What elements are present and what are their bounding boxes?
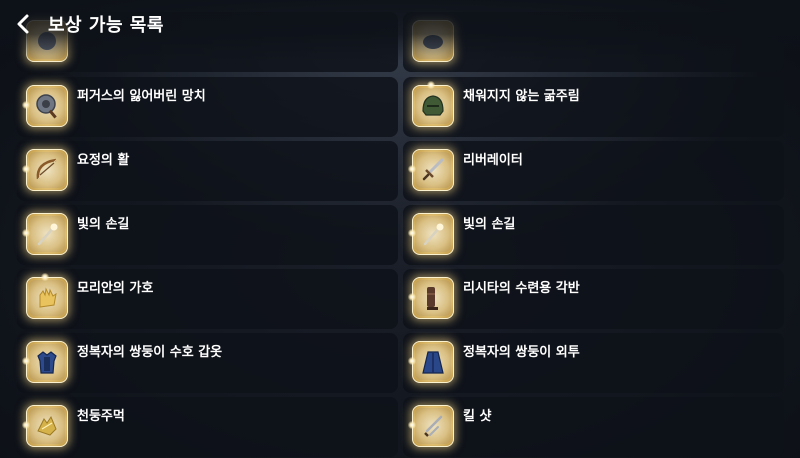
reward-item-name: 빛의 손길 xyxy=(463,217,516,232)
reward-item[interactable]: 채워지지 않는 굶주림 xyxy=(403,77,784,137)
glove-icon xyxy=(26,273,68,319)
header-bar: 보상 가능 목록 xyxy=(0,0,800,48)
helmet-glyph xyxy=(422,95,444,116)
reward-item[interactable]: 모리안의 가호 xyxy=(17,269,398,329)
sparkle-icon xyxy=(408,293,416,301)
reward-item[interactable]: 천둥주먹 xyxy=(17,397,398,457)
reward-item[interactable]: 퍼거스의 잃어버린 망치 xyxy=(17,77,398,137)
hammer-icon xyxy=(22,85,68,127)
reward-item[interactable]: 리버레이터 xyxy=(403,141,784,201)
cloak-icon xyxy=(408,341,454,383)
greaves-glyph xyxy=(427,287,438,310)
reward-item-name: 빛의 손길 xyxy=(77,217,130,232)
reward-list[interactable]: 퍼거스의 잃어버린 망치 채워지지 않는 굶주림 요정의 활 리버레이터 빛의 … xyxy=(0,0,800,458)
reward-item[interactable]: 정복자의 쌍둥이 외투 xyxy=(403,333,784,393)
chevron-left-icon[interactable] xyxy=(10,10,38,38)
sword-icon xyxy=(408,149,454,191)
back-button[interactable] xyxy=(10,10,38,38)
reward-item-name: 모리안의 가호 xyxy=(77,281,154,296)
dagger-icon xyxy=(408,405,454,447)
reward-item[interactable]: 킬 샷 xyxy=(403,397,784,457)
reward-item-name: 정복자의 쌍둥이 외투 xyxy=(463,345,580,360)
sparkle-icon xyxy=(22,357,30,365)
bow-icon xyxy=(22,149,68,191)
greaves-icon xyxy=(408,277,454,319)
sparkle-icon xyxy=(22,229,30,237)
reward-item[interactable]: 빛의 손길 xyxy=(17,205,398,265)
reward-item[interactable]: 요정의 활 xyxy=(17,141,398,201)
page-title: 보상 가능 목록 xyxy=(48,15,164,36)
sparkle-icon xyxy=(22,421,30,429)
staff-icon xyxy=(408,213,454,255)
reward-item[interactable]: 정복자의 쌍둥이 수호 갑옷 xyxy=(17,333,398,393)
knuckle-glyph xyxy=(37,415,57,436)
sparkle-icon xyxy=(427,81,435,89)
glove-glyph xyxy=(39,287,57,308)
sword-glyph xyxy=(422,158,444,181)
sparkle-icon xyxy=(22,101,30,109)
reward-item-name: 천둥주먹 xyxy=(77,409,125,424)
knuckle-icon xyxy=(22,405,68,447)
reward-item[interactable]: 리시타의 수련용 각반 xyxy=(403,269,784,329)
reward-item-name: 채워지지 않는 굶주림 xyxy=(463,89,580,104)
sparkle-icon xyxy=(41,273,49,281)
reward-item-name: 리버레이터 xyxy=(463,153,523,168)
sparkle-icon xyxy=(408,165,416,173)
armor-icon xyxy=(22,341,68,383)
reward-item-name: 리시타의 수련용 각반 xyxy=(463,281,580,296)
staff-glyph xyxy=(423,223,444,246)
staff-icon xyxy=(22,213,68,255)
reward-item-name: 요정의 활 xyxy=(77,153,130,168)
dagger-glyph xyxy=(424,415,443,437)
helmet-icon xyxy=(412,81,454,127)
armor-glyph xyxy=(37,351,57,374)
sparkle-icon xyxy=(408,357,416,365)
sparkle-icon xyxy=(408,229,416,237)
reward-item-name: 정복자의 쌍둥이 수호 갑옷 xyxy=(77,345,223,360)
sparkle-icon xyxy=(22,165,30,173)
reward-item-name: 퍼거스의 잃어버린 망치 xyxy=(77,89,206,104)
sparkle-icon xyxy=(408,421,416,429)
reward-item-name: 킬 샷 xyxy=(463,409,492,424)
bow-glyph xyxy=(36,158,57,180)
staff-glyph xyxy=(37,223,58,246)
hammer-glyph xyxy=(36,94,57,119)
cloak-glyph xyxy=(422,351,444,374)
reward-item[interactable]: 빛의 손길 xyxy=(403,205,784,265)
